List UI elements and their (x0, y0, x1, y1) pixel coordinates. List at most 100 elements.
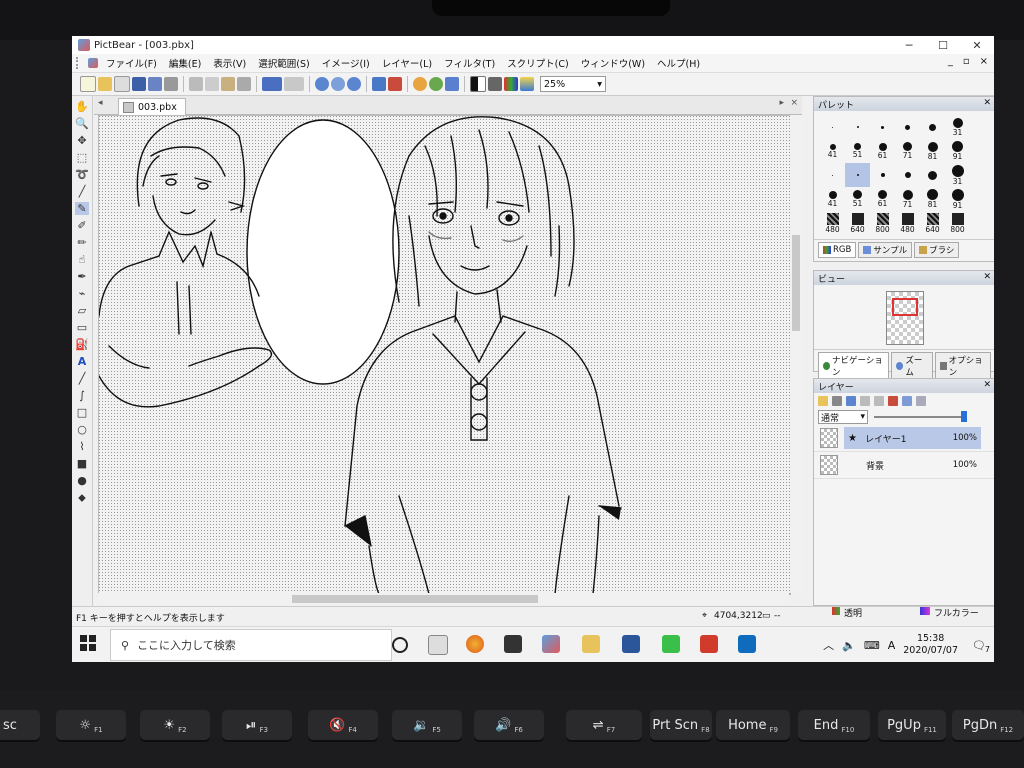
layer-mask-icon[interactable] (902, 396, 912, 406)
layer-row[interactable]: ★ レイヤー1 100% (814, 425, 994, 452)
tray-chevron-up-icon[interactable]: ︿ (823, 637, 834, 653)
rectangle-tool-icon[interactable]: □ (75, 406, 89, 419)
filled-rect-tool-icon[interactable]: ■ (75, 457, 89, 470)
move-layer-down-icon[interactable] (874, 396, 884, 406)
tab-rgb[interactable]: RGB (818, 242, 857, 258)
brush-size-cell[interactable]: 640 (920, 211, 945, 235)
key-f4[interactable]: 🔇 F4 (308, 710, 378, 740)
brush-size-cell[interactable] (920, 163, 945, 187)
rect-select-tool-icon[interactable]: ⬚ (75, 151, 89, 164)
brush-size-cell[interactable] (870, 163, 895, 187)
key-f12[interactable]: PgDn F12 (952, 710, 1024, 740)
monochrome-icon[interactable] (470, 76, 486, 92)
pencil-tool-icon[interactable]: ✏ (75, 236, 89, 249)
zoom-in-icon[interactable] (315, 77, 329, 91)
menu-view[interactable]: 表示(V) (207, 56, 252, 70)
line-tool-icon[interactable]: ╱ (75, 372, 89, 385)
tab-options[interactable]: オプション (934, 352, 991, 380)
zoom-tool-icon[interactable]: 🔍 (75, 117, 89, 130)
menu-edit[interactable]: 編集(E) (163, 56, 207, 70)
key-f11[interactable]: PgUp F11 (878, 710, 946, 740)
office-icon[interactable] (700, 635, 718, 653)
task-view-icon[interactable] (428, 635, 448, 655)
drawing-canvas[interactable] (98, 115, 791, 595)
paste-icon[interactable] (221, 77, 235, 91)
vertical-scroll-thumb[interactable] (792, 235, 800, 331)
redo-icon[interactable] (284, 77, 304, 91)
zoom-out-icon[interactable] (331, 77, 345, 91)
key-f10[interactable]: End F10 (798, 710, 870, 740)
palette-toggle-icon[interactable] (413, 77, 427, 91)
window-view-icon[interactable] (372, 77, 386, 91)
key-f2[interactable]: ☀ F2 (140, 710, 210, 740)
doc-restore-button[interactable]: ▫ (963, 56, 970, 67)
undo-icon[interactable] (262, 77, 282, 91)
merge-layer-icon[interactable] (888, 396, 898, 406)
color-toggle-icon[interactable] (429, 77, 443, 91)
tab-scroll-right-icon[interactable]: ▸ (779, 98, 784, 108)
mail-icon[interactable] (388, 77, 402, 91)
dropper-tool-icon[interactable]: ⌁ (75, 287, 89, 300)
brush-size-cell[interactable]: 91 (945, 187, 970, 211)
doc-close-button[interactable]: × (980, 56, 988, 67)
brush-tool-icon[interactable]: ✐ (75, 219, 89, 232)
viewport-rectangle[interactable] (891, 298, 918, 316)
clock[interactable]: 15:38 2020/07/07 (903, 633, 958, 657)
delete-layer-icon[interactable] (832, 396, 842, 406)
brush-size-cell[interactable]: 71 (895, 187, 920, 211)
horizontal-scroll-thumb[interactable] (292, 595, 538, 603)
key-f1[interactable]: ☼ F1 (56, 710, 126, 740)
wand-tool-icon[interactable]: ╱ (75, 185, 89, 198)
menu-filter[interactable]: フィルタ(T) (438, 56, 501, 70)
maximize-button[interactable]: ☐ (926, 36, 960, 54)
zoom-fit-icon[interactable] (347, 77, 361, 91)
new-layer-icon[interactable] (818, 396, 828, 406)
outlook-icon[interactable] (738, 635, 756, 653)
brush-size-cell[interactable] (820, 163, 845, 187)
brush-size-cell[interactable] (845, 115, 870, 139)
print-icon[interactable] (164, 77, 178, 91)
fill-tool-icon[interactable]: ⛽ (75, 338, 89, 351)
line-app-icon[interactable] (662, 635, 680, 653)
open-folder-icon[interactable] (98, 77, 112, 91)
panel-close-icon[interactable]: ✕ (983, 272, 991, 282)
layer-row[interactable]: 背景 100% (814, 452, 994, 479)
brush-size-cell[interactable]: 480 (895, 211, 920, 235)
save-all-icon[interactable] (148, 77, 162, 91)
notification-icon[interactable]: 🗨 7 (972, 639, 990, 654)
curve-tool-icon[interactable]: ∫ (75, 389, 89, 402)
rgb-channels-icon[interactable] (504, 77, 518, 91)
minimize-button[interactable]: ─ (892, 36, 926, 54)
text-tool-icon[interactable]: A (75, 355, 89, 368)
brush-size-cell[interactable]: 480 (820, 211, 845, 235)
duplicate-layer-icon[interactable] (846, 396, 856, 406)
taskbar-search-box[interactable]: ⚲ ここに入力して検索 (110, 629, 392, 661)
new-file-icon[interactable] (80, 76, 96, 92)
tab-navigation[interactable]: ナビゲーション (818, 352, 890, 380)
stamp-tool-icon[interactable]: ⬥ (75, 491, 89, 504)
delete-icon[interactable] (237, 77, 251, 91)
brush-size-cell[interactable]: 31 (945, 115, 970, 139)
copy-file-icon[interactable] (114, 76, 130, 92)
brush-size-cell[interactable] (895, 115, 920, 139)
brush-size-cell[interactable]: 31 (945, 163, 970, 187)
brush-size-cell[interactable]: 800 (870, 211, 895, 235)
volume-icon[interactable]: 🔈 (842, 639, 856, 652)
key-f9[interactable]: Home F9 (716, 710, 790, 740)
panel-close-icon[interactable]: ✕ (983, 98, 991, 108)
key-f7[interactable]: ⇌ F7 (566, 710, 642, 740)
brush-size-cell[interactable]: 61 (870, 187, 895, 211)
navigation-preview[interactable] (885, 291, 924, 345)
tab-close-icon[interactable]: × (790, 98, 798, 108)
brush-size-cell[interactable]: 640 (845, 211, 870, 235)
filled-ellipse-tool-icon[interactable]: ● (75, 474, 89, 487)
brush-size-cell[interactable] (920, 115, 945, 139)
cortana-icon[interactable] (392, 637, 408, 653)
move-layer-up-icon[interactable] (860, 396, 870, 406)
keyboard-icon[interactable]: ⌨ (864, 639, 880, 652)
gradient-tool-icon[interactable]: ▭ (75, 321, 89, 334)
doc-minimize-button[interactable]: _ (948, 56, 953, 67)
cut-icon[interactable] (189, 77, 203, 91)
tab-scroll-left-icon[interactable]: ◂ (98, 98, 103, 108)
brush-size-cell[interactable]: 800 (945, 211, 970, 235)
